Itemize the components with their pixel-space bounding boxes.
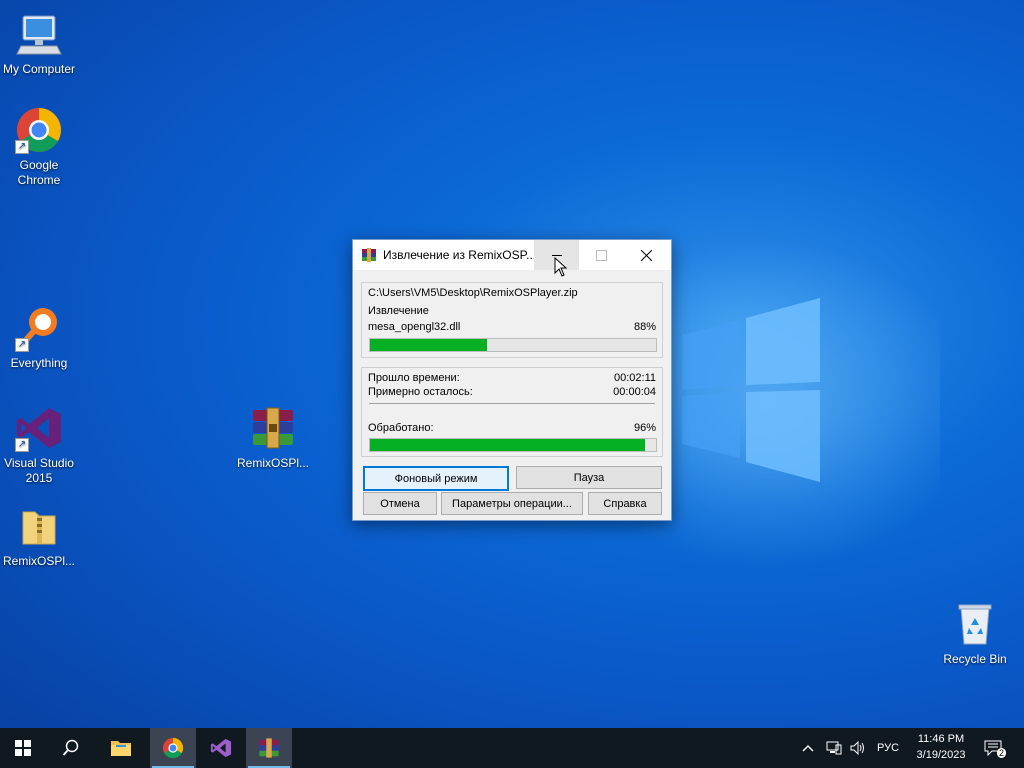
archive-path-row: C:\Users\VM5\Desktop\RemixOSPlayer.zip [368,287,656,299]
volume-icon [850,741,864,755]
network-icon [826,741,842,755]
time-progress-panel: Прошло времени: 00:02:11 Примерно остало… [361,367,663,457]
winrar-archive-icon [249,404,297,452]
search-icon [62,739,79,756]
remaining-label: Примерно осталось: [368,386,473,398]
desktop-icon-label: Visual Studio 2015 [4,456,74,485]
desktop-icon-remixos-folder[interactable]: RemixOSPl... [0,502,78,569]
elapsed-row: Прошло времени: 00:02:11 [368,372,656,384]
current-file-name: mesa_opengl32.dll [368,321,461,333]
desktop-icon-visual-studio[interactable]: ↗ Visual Studio 2015 [0,404,78,486]
elapsed-value: 00:02:11 [613,372,656,384]
maximize-button[interactable] [579,240,624,270]
background-mode-button[interactable]: Фоновый режим [363,466,509,491]
desktop-icon-label: RemixOSPl... [2,554,75,568]
clock[interactable]: 11:46 PM 3/19/2023 [906,731,976,763]
desktop-icon-label: Google Chrome [17,158,61,187]
shortcut-arrow-icon: ↗ [15,438,29,452]
minimize-icon [551,254,562,256]
remaining-value: 00:00:04 [613,386,656,398]
help-button[interactable]: Справка [588,492,662,515]
total-progress-bar [369,438,657,452]
processed-label: Обработано: [368,422,434,434]
divider [369,403,655,404]
winrar-icon [361,247,377,263]
file-percent: 88% [633,321,656,333]
visual-studio-icon [210,738,232,758]
chevron-up-icon [802,744,814,752]
desktop-icon-label: Everything [10,356,68,370]
language-indicator[interactable]: РУС [877,728,899,768]
desktop-icon-label: RemixOSPl... [236,456,309,470]
winrar-icon [259,738,279,758]
mouse-cursor-icon [554,256,568,277]
current-file-row: mesa_opengl32.dll 88% [368,321,656,333]
close-icon [641,249,652,261]
taskbar-visual-studio[interactable] [198,728,244,768]
desktop-icon-label: Recycle Bin [943,652,1007,666]
operation-row: Извлечение [368,305,656,317]
computer-icon [15,10,63,58]
network-button[interactable] [826,728,842,768]
file-progress-panel: C:\Users\VM5\Desktop\RemixOSPlayer.zip И… [361,282,663,358]
shortcut-arrow-icon: ↗ [15,338,29,352]
extraction-dialog: Извлечение из RemixOSP... C:\Users\VM5\D… [352,239,672,521]
taskbar-chrome[interactable] [150,728,196,768]
operation-label: Извлечение [368,305,429,317]
action-center-button[interactable]: 2 [984,728,1006,768]
taskbar-file-explorer[interactable] [98,728,144,768]
volume-button[interactable] [850,728,866,768]
desktop-icon-everything[interactable]: ↗ Everything [0,304,78,371]
maximize-icon [596,249,607,261]
taskbar-winrar[interactable] [246,728,292,768]
notifications-badge: 2 [996,748,1006,758]
chrome-icon [162,737,184,759]
desktop-icon-label: My Computer [2,62,76,76]
processed-percent: 96% [633,422,656,434]
desktop-icon-remixos-archive[interactable]: RemixOSPl... [234,404,312,471]
windows-logo-wallpaper [672,290,822,490]
shortcut-arrow-icon: ↗ [15,140,29,154]
show-hidden-icons-button[interactable] [802,728,814,768]
file-explorer-icon [111,741,131,756]
elapsed-label: Прошло времени: [368,372,460,384]
clock-date: 3/19/2023 [916,749,966,761]
visual-studio-icon: ↗ [15,404,63,452]
chrome-icon: ↗ [15,106,63,154]
desktop-icon-recycle-bin[interactable]: Recycle Bin [936,600,1014,667]
archive-path: C:\Users\VM5\Desktop\RemixOSPlayer.zip [368,287,578,299]
clock-time: 11:46 PM [917,733,965,745]
notifications-icon: 2 [984,740,1006,758]
remaining-row: Примерно осталось: 00:00:04 [368,386,656,398]
pause-button[interactable]: Пауза [516,466,662,489]
dialog-titlebar[interactable]: Извлечение из RemixOSP... [353,240,671,270]
start-button[interactable] [0,728,46,768]
total-progress-fill [370,439,645,451]
zip-folder-icon [15,502,63,550]
file-progress-fill [370,339,488,351]
cancel-button[interactable]: Отмена [363,492,437,515]
desktop-icon-google-chrome[interactable]: ↗ Google Chrome [0,106,78,188]
close-button[interactable] [624,240,669,270]
search-button[interactable] [48,728,94,768]
file-progress-bar [369,338,657,352]
dialog-title: Извлечение из RemixOSP... [383,248,537,262]
operation-options-button[interactable]: Параметры операции... [441,492,583,515]
everything-search-icon: ↗ [15,304,63,352]
desktop-icon-my-computer[interactable]: My Computer [0,10,78,77]
processed-row: Обработано: 96% [368,422,656,434]
recycle-bin-icon [951,600,999,648]
start-icon [15,740,31,756]
taskbar: РУС 11:46 PM 3/19/2023 2 [0,728,1024,768]
